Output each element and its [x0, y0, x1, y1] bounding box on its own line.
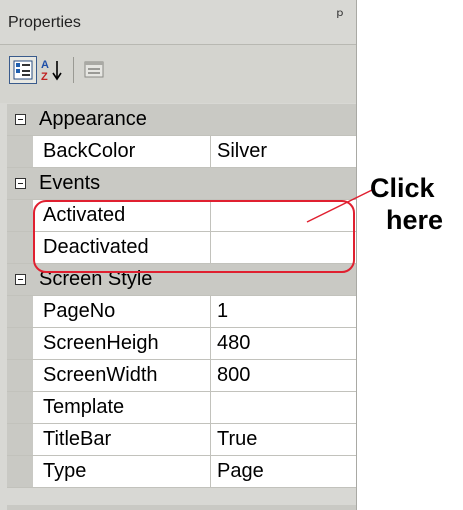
sort-az-icon: A Z: [41, 59, 62, 82]
category-appearance[interactable]: Appearance: [7, 104, 356, 136]
row-gutter: [7, 136, 33, 167]
property-name: ScreenWidth: [33, 360, 211, 391]
properties-toolbar: A Z: [0, 45, 356, 103]
callout-label: Click here: [370, 172, 443, 236]
collapse-toggle[interactable]: [7, 264, 33, 295]
property-row-backcolor[interactable]: BackColor Silver: [7, 136, 356, 168]
callout-line-2: here: [386, 205, 444, 235]
row-gutter: [7, 456, 33, 487]
property-value[interactable]: 1: [211, 296, 356, 327]
property-name: BackColor: [33, 136, 211, 167]
grid-bottom-fill: [7, 505, 356, 510]
panel-title: Properties: [8, 14, 81, 31]
property-name: PageNo: [33, 296, 211, 327]
property-name: Type: [33, 456, 211, 487]
toolbar-separator: [73, 57, 74, 83]
row-gutter: [7, 328, 33, 359]
property-grid: Appearance BackColor Silver Events Activ…: [7, 104, 356, 488]
property-row-type[interactable]: Type Page: [7, 456, 356, 488]
row-gutter: [7, 360, 33, 391]
property-row-titlebar[interactable]: TitleBar True: [7, 424, 356, 456]
property-value[interactable]: True: [211, 424, 356, 455]
categorized-icon: [13, 60, 33, 80]
property-value[interactable]: 480: [211, 328, 356, 359]
property-value[interactable]: Silver: [211, 136, 356, 167]
property-value[interactable]: 800: [211, 360, 356, 391]
category-label: Events: [39, 172, 101, 194]
property-row-screenwidth[interactable]: ScreenWidth 800: [7, 360, 356, 392]
property-name: Template: [33, 392, 211, 423]
alphabetical-sort-button[interactable]: A Z: [39, 56, 67, 84]
property-row-screenheight[interactable]: ScreenHeigh 480: [7, 328, 356, 360]
property-pages-icon: [84, 61, 104, 78]
callout-line-1: Click: [370, 173, 435, 203]
collapse-toggle[interactable]: [7, 168, 33, 199]
row-gutter: [7, 296, 33, 327]
categorized-view-button[interactable]: [9, 56, 37, 84]
svg-text:A: A: [41, 59, 49, 71]
property-row-template[interactable]: Template: [7, 392, 356, 424]
category-label: Appearance: [39, 108, 147, 130]
svg-text:Z: Z: [41, 71, 48, 82]
property-row-pageno[interactable]: PageNo 1: [7, 296, 356, 328]
properties-titlebar: Properties ᵖ: [0, 0, 356, 45]
pin-icon[interactable]: ᵖ: [336, 8, 344, 26]
row-gutter: [7, 232, 33, 263]
category-events[interactable]: Events: [7, 168, 356, 200]
property-name: TitleBar: [33, 424, 211, 455]
collapse-icon: [14, 274, 26, 285]
collapse-toggle[interactable]: [7, 104, 33, 135]
property-name: ScreenHeigh: [33, 328, 211, 359]
collapse-icon: [14, 114, 26, 125]
row-gutter: [7, 392, 33, 423]
property-pages-button[interactable]: [80, 56, 108, 84]
property-value[interactable]: [211, 392, 356, 423]
events-highlight-outline: [33, 200, 355, 273]
collapse-icon: [14, 178, 26, 189]
row-gutter: [7, 200, 33, 231]
property-value[interactable]: Page: [211, 456, 356, 487]
row-gutter: [7, 424, 33, 455]
